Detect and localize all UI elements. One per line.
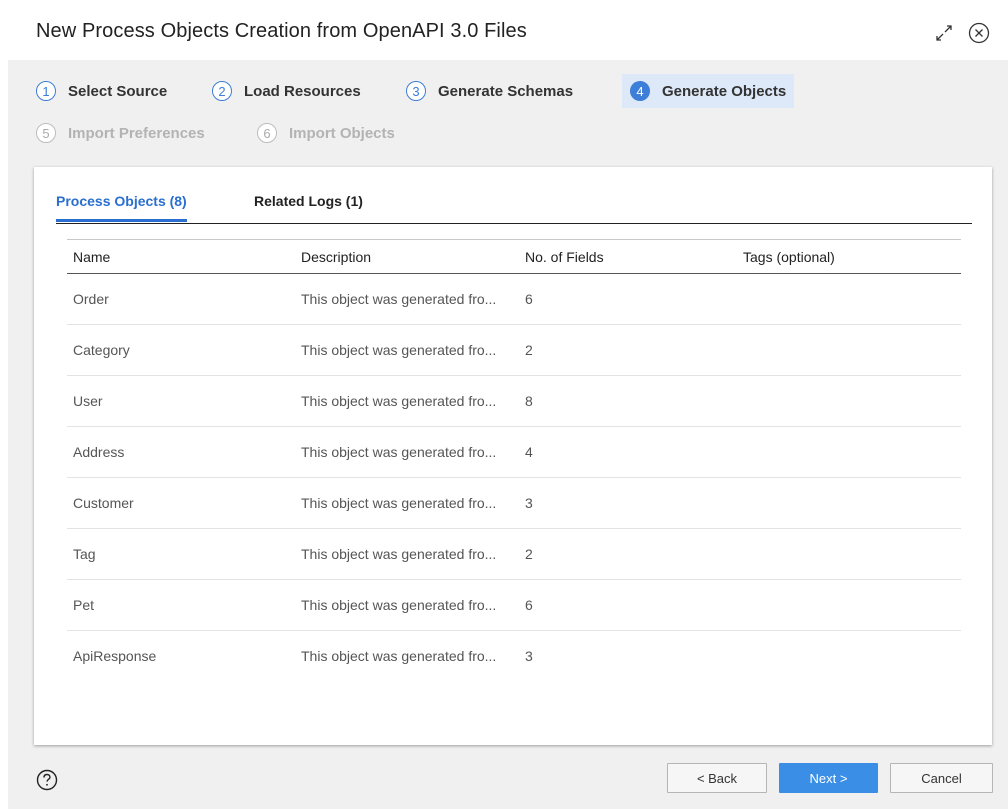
tab-related-logs[interactable]: Related Logs (1) <box>254 193 363 222</box>
dialog-header: New Process Objects Creation from OpenAP… <box>0 0 1008 60</box>
process-objects-table: Name Description No. of Fields Tags (opt… <box>67 239 961 681</box>
cell-fields: 8 <box>525 393 533 409</box>
cell-description: This object was generated fro... <box>301 444 497 460</box>
wizard-steps: 1 Select Source 2 Load Resources 3 Gener… <box>8 74 1008 154</box>
step-label: Load Resources <box>244 82 361 100</box>
cell-name: Address <box>73 444 125 460</box>
tab-process-objects[interactable]: Process Objects (8) <box>56 193 187 222</box>
step-label: Import Preferences <box>68 124 205 142</box>
step-number: 3 <box>406 81 426 101</box>
step-load-resources[interactable]: 2 Load Resources <box>212 74 361 108</box>
table-row[interactable]: Customer This object was generated fro..… <box>67 478 961 529</box>
cell-fields: 4 <box>525 444 533 460</box>
step-number: 4 <box>630 81 650 101</box>
step-import-objects: 6 Import Objects <box>257 116 395 150</box>
cell-name: Customer <box>73 495 134 511</box>
expand-icon[interactable] <box>932 21 956 45</box>
cell-name: Order <box>73 291 109 307</box>
step-number: 2 <box>212 81 232 101</box>
column-header-description[interactable]: Description <box>295 249 519 265</box>
tab-bar: Process Objects (8) Related Logs (1) <box>56 193 972 224</box>
step-number: 6 <box>257 123 277 143</box>
cell-description: This object was generated fro... <box>301 342 497 358</box>
close-icon[interactable] <box>968 22 990 44</box>
table-row[interactable]: Pet This object was generated fro... 6 <box>67 580 961 631</box>
table-row[interactable]: Address This object was generated fro...… <box>67 427 961 478</box>
table-row[interactable]: Tag This object was generated fro... 2 <box>67 529 961 580</box>
step-generate-schemas[interactable]: 3 Generate Schemas <box>406 74 573 108</box>
help-icon[interactable] <box>36 769 58 791</box>
step-select-source[interactable]: 1 Select Source <box>36 74 167 108</box>
table-header: Name Description No. of Fields Tags (opt… <box>67 240 961 274</box>
cancel-button[interactable]: Cancel <box>890 763 993 793</box>
column-header-name[interactable]: Name <box>67 249 295 265</box>
table-row[interactable]: ApiResponse This object was generated fr… <box>67 631 961 681</box>
dialog-title: New Process Objects Creation from OpenAP… <box>36 20 527 42</box>
cell-description: This object was generated fro... <box>301 495 497 511</box>
table-row[interactable]: User This object was generated fro... 8 <box>67 376 961 427</box>
step-label: Select Source <box>68 82 168 100</box>
cell-name: Pet <box>73 597 95 613</box>
column-header-tags[interactable]: Tags (optional) <box>737 249 961 265</box>
table-row[interactable]: Order This object was generated fro... 6 <box>67 274 961 325</box>
step-label: Generate Objects <box>662 82 787 100</box>
cell-description: This object was generated fro... <box>301 291 497 307</box>
cell-description: This object was generated fro... <box>301 393 497 409</box>
step-number: 5 <box>36 123 56 143</box>
column-header-fields[interactable]: No. of Fields <box>519 249 737 265</box>
table-row[interactable]: Category This object was generated fro..… <box>67 325 961 376</box>
step-label: Import Objects <box>289 124 395 142</box>
step-label: Generate Schemas <box>438 82 574 100</box>
cell-name: ApiResponse <box>73 648 157 664</box>
cell-name: User <box>73 393 103 409</box>
cell-description: This object was generated fro... <box>301 648 497 664</box>
cell-fields: 2 <box>525 342 533 358</box>
cell-fields: 6 <box>525 291 533 307</box>
cell-name: Category <box>73 342 130 358</box>
step-import-preferences: 5 Import Preferences <box>36 116 205 150</box>
content-card: Process Objects (8) Related Logs (1) Nam… <box>34 167 992 745</box>
next-button[interactable]: Next > <box>779 763 878 793</box>
cell-fields: 3 <box>525 648 533 664</box>
cell-fields: 3 <box>525 495 533 511</box>
step-number: 1 <box>36 81 56 101</box>
step-generate-objects[interactable]: 4 Generate Objects <box>622 74 795 108</box>
cell-description: This object was generated fro... <box>301 597 497 613</box>
back-button[interactable]: < Back <box>667 763 767 793</box>
cell-fields: 6 <box>525 597 533 613</box>
cell-name: Tag <box>73 546 96 562</box>
cell-fields: 2 <box>525 546 533 562</box>
cell-description: This object was generated fro... <box>301 546 497 562</box>
